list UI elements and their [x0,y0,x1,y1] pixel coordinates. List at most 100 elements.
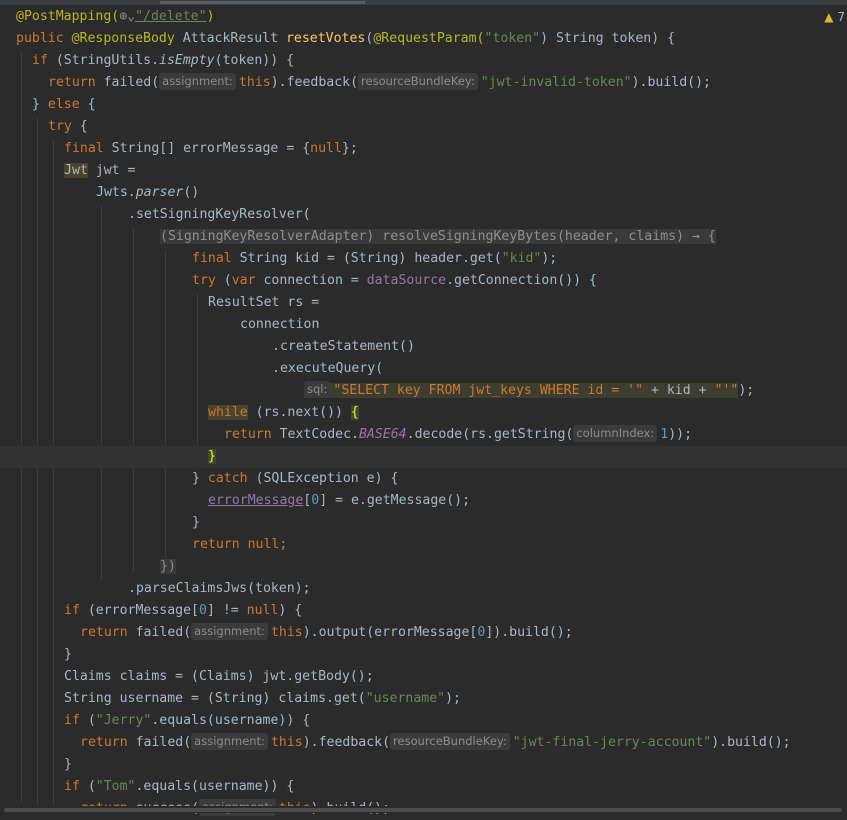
string-literal: "jwt-final-jerry-account" [512,735,712,750]
keyword: try [192,273,216,288]
code-line[interactable]: Jwts.parser() [96,182,199,204]
code-text: String username = (String) claims.get( [64,691,366,706]
code-text: ).feedback( [302,735,391,750]
parameter-hint: columnIndex: [573,425,658,442]
code-text: .executeQuery( [272,361,384,376]
tab-scroll-thumb[interactable] [160,1,365,4]
code-line[interactable]: return failed(assignment: this).feedback(… [48,72,711,94]
code-text: ) { [278,603,303,618]
code-text: () [183,185,200,200]
indent-guide [133,228,134,572]
code-line[interactable]: while (rs.next()) { [208,402,359,424]
keyword: return [80,625,128,640]
code-line[interactable]: } [64,754,72,776]
code-text: )); [668,427,693,442]
sql-string: "'" [714,383,739,398]
code-text: ]).build(); [485,625,573,640]
code-line[interactable]: } [208,446,216,468]
code-line[interactable]: Jwt jwt = [64,160,135,182]
code-text: .equals(username)) { [135,779,295,794]
code-line[interactable]: }) [160,556,176,578]
code-text: ); [445,691,461,706]
code-text: jwt = [87,163,136,178]
code-text: (rs.next()) [247,405,351,420]
code-text: .setSigningKeyResolver( [128,207,311,222]
indent-guide [53,140,54,808]
string-literal: "jwt-invalid-token" [480,75,632,90]
indent-guide [21,52,22,802]
code-line[interactable]: final String[] errorMessage = {null}; [64,138,358,160]
indent-guide [197,294,198,470]
keyword: if [64,713,80,728]
code-line[interactable]: try { [48,116,88,138]
static-method: parser [135,185,184,200]
code-line[interactable]: try (var connection = dataSource.getConn… [192,270,597,292]
code-text: .getConnection()) { [446,273,597,288]
code-line[interactable]: return failed(assignment: this).feedback(… [80,732,791,754]
code-text: ( [79,779,96,794]
code-line[interactable]: } else { [32,94,96,116]
keyword: final [64,141,104,156]
warning-count: 7 [837,10,845,24]
string-literal: "Jerry" [95,713,152,728]
code-text: String[] errorMessage = { [103,141,311,156]
code-line[interactable]: return failed(assignment: this).output(er… [80,622,573,644]
code-line[interactable]: String username = (String) claims.get("u… [64,688,461,710]
code-line[interactable]: } catch (SQLException e) { [192,468,398,490]
code-line[interactable]: final String kid = (String) header.get("… [192,248,557,270]
code-line[interactable]: public @ResponseBody AttackResult resetV… [16,28,675,50]
static-method: isEmpty [159,53,215,68]
keyword: null [310,141,342,156]
code-line[interactable]: return null; [192,534,287,556]
editor-tab-scrollbar[interactable] [0,0,847,5]
code-text: (token)) { [214,53,295,68]
brace: } [192,515,200,530]
code-line[interactable]: connection [240,314,319,336]
warning-triangle-icon: ▲ [824,10,834,24]
code-line[interactable]: .createStatement() [272,336,415,358]
code-text: failed( [127,625,192,640]
code-text: ] != [206,603,247,618]
code-line[interactable]: @PostMapping(⊕⌄"/delete") [16,6,215,28]
code-line[interactable]: sql: "SELECT key FROM jwt_keys WHERE id =… [304,380,754,402]
inspection-widget[interactable]: ▲ 7 [824,10,845,24]
indent-guide [101,206,102,580]
keyword: if [64,779,80,794]
code-line[interactable]: if (StringUtils.isEmpty(token)) { [32,50,294,72]
code-line[interactable]: if ("Jerry".equals(username)) { [64,710,310,732]
string-literal: "Tom" [95,779,136,794]
code-line[interactable]: if ("Tom".equals(username)) { [64,776,294,798]
parameter-hint: assignment: [159,73,236,90]
code-line[interactable]: if (errorMessage[0] != null) { [64,600,302,622]
keyword: final [192,251,232,266]
code-line[interactable]: .setSigningKeyResolver( [128,204,311,226]
parameter-hint: sql: [304,381,331,398]
parameter-hint: resourceBundleKey: [358,73,478,90]
code-line[interactable]: .parseClaimsJws(token); [128,578,311,600]
horizontal-scrollbar[interactable] [0,806,847,813]
brace: { [71,119,88,134]
keyword: else [47,97,80,112]
code-editor[interactable]: ▲ 7 @PostMapping(⊕⌄"/delete") public @Re… [0,0,847,816]
code-line[interactable]: errorMessage[0] = e.getMessage(); [208,490,470,512]
code-line[interactable]: Claims claims = (Claims) jwt.getBody(); [64,666,374,688]
horizontal-scroll-thumb[interactable] [4,808,842,812]
folded-lambda[interactable]: (SigningKeyResolverAdapter) resolveSigni… [160,229,716,244]
code-text: Claims claims = (Claims) jwt.getBody(); [64,669,374,684]
string-literal: "token" [484,31,541,46]
code-text: (StringUtils. [47,53,160,68]
code-text: ).output(errorMessage[ [302,625,478,640]
code-line[interactable]: .executeQuery( [272,358,383,380]
code-line[interactable]: (SigningKeyResolverAdapter) resolveSigni… [160,226,716,248]
code-line[interactable]: } [192,512,200,534]
brace: } [192,471,208,486]
code-line[interactable]: } [64,644,72,666]
number-literal: 1 [660,427,669,442]
web-mapping-icon[interactable]: ⊕⌄ [119,9,135,24]
annotation-close: ) [206,9,215,24]
code-line[interactable]: ResultSet rs = [208,292,319,314]
keyword: null [246,603,279,618]
code-line[interactable]: return TextCodec.BASE64.decode(rs.getStr… [224,424,692,446]
code-text: + kid + [643,383,715,398]
